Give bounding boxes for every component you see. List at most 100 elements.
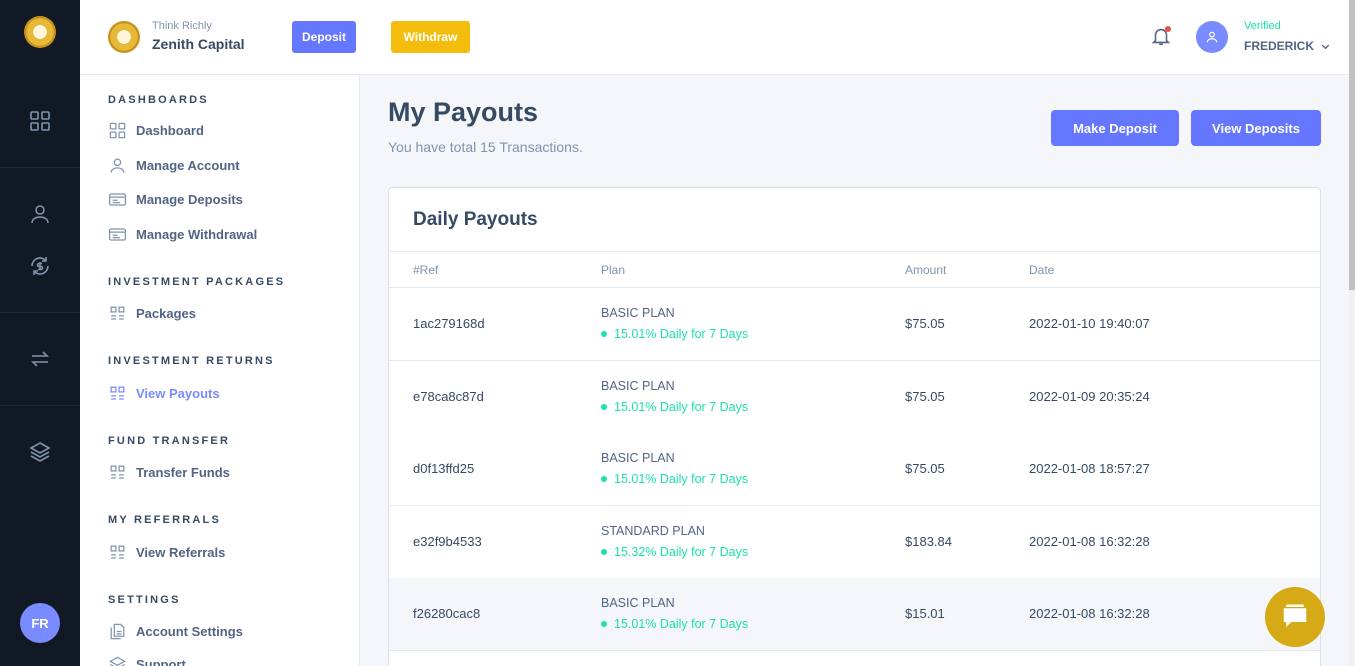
tiles-icon bbox=[108, 384, 127, 403]
sidebar-item-packages[interactable]: Packages bbox=[108, 302, 196, 324]
brand-logo-icon[interactable] bbox=[108, 21, 140, 53]
sidebar-item-label: Support bbox=[136, 656, 186, 666]
table-row[interactable]: f26280cac8 BASIC PLAN 15.01% Daily for 7… bbox=[389, 578, 1320, 651]
sidebar-menu: DASHBOARDS Dashboard Manage Account Mana… bbox=[80, 75, 360, 666]
plan-rate: 15.01% Daily for 7 Days bbox=[601, 327, 748, 341]
sidebar-item-manage-account[interactable]: Manage Account bbox=[108, 154, 240, 176]
page-title: My Payouts bbox=[388, 97, 539, 127]
app-rail: FR bbox=[0, 0, 80, 666]
plan-rate-text: 15.32% Daily for 7 Days bbox=[614, 545, 749, 559]
card-title: Daily Payouts bbox=[413, 209, 538, 230]
divider bbox=[0, 312, 80, 313]
view-deposits-button[interactable]: View Deposits bbox=[1191, 110, 1321, 146]
user-verified-status: Verified bbox=[1244, 20, 1281, 32]
status-dot bbox=[601, 549, 607, 555]
table-row[interactable]: e32f9b4533 STANDARD PLAN 15.32% Daily fo… bbox=[389, 506, 1320, 579]
sidebar-item-dashboard[interactable]: Dashboard bbox=[108, 119, 204, 141]
divider bbox=[0, 405, 80, 406]
sidebar-item-label: Dashboard bbox=[136, 122, 204, 138]
date-cell: 2022-01-08 16:32:28 bbox=[1029, 534, 1150, 549]
amount-cell: $75.05 bbox=[905, 461, 945, 476]
card-list-icon bbox=[108, 190, 127, 209]
make-deposit-button[interactable]: Make Deposit bbox=[1051, 110, 1179, 146]
menu-heading: SETTINGS bbox=[108, 594, 181, 606]
plan-name: STANDARD PLAN bbox=[601, 524, 705, 538]
top-header: Think Richly Zenith Capital Deposit With… bbox=[80, 0, 1355, 75]
plan-rate: 15.01% Daily for 7 Days bbox=[601, 617, 748, 631]
user-icon[interactable] bbox=[28, 202, 52, 226]
amount-cell: $75.05 bbox=[905, 389, 945, 404]
plan-rate: 15.01% Daily for 7 Days bbox=[601, 472, 748, 486]
main-content: My Payouts You have total 15 Transaction… bbox=[360, 75, 1355, 666]
sidebar-item-support[interactable]: Support bbox=[108, 653, 186, 666]
menu-heading: MY REFERRALS bbox=[108, 514, 221, 526]
amount-cell: $15.01 bbox=[905, 606, 945, 621]
sidebar-item-label: Manage Account bbox=[136, 157, 240, 173]
menu-heading: DASHBOARDS bbox=[108, 94, 209, 106]
sidebar-item-account-settings[interactable]: Account Settings bbox=[108, 620, 243, 642]
ref-cell: e32f9b4533 bbox=[413, 534, 482, 549]
sidebar-item-label: Account Settings bbox=[136, 623, 243, 639]
dashboard-grid-icon bbox=[108, 121, 127, 140]
column-header-date: Date bbox=[1029, 263, 1055, 277]
ref-cell: 1ac279168d bbox=[413, 316, 485, 331]
tiles-icon bbox=[108, 463, 127, 482]
card-list-icon bbox=[108, 225, 127, 244]
table-row[interactable]: d0f13ffd25 BASIC PLAN 15.01% Daily for 7… bbox=[389, 433, 1320, 506]
status-dot bbox=[601, 331, 607, 337]
documents-icon bbox=[108, 622, 127, 641]
plan-rate: 15.01% Daily for 7 Days bbox=[601, 400, 748, 414]
notification-dot bbox=[1165, 26, 1171, 32]
transfer-arrows-icon[interactable] bbox=[28, 347, 52, 371]
sidebar-item-transfer-funds[interactable]: Transfer Funds bbox=[108, 461, 230, 483]
date-cell: 2022-01-10 19:40:07 bbox=[1029, 316, 1150, 331]
sidebar-item-manage-withdrawal[interactable]: Manage Withdrawal bbox=[108, 223, 257, 245]
sidebar-item-manage-deposits[interactable]: Manage Deposits bbox=[108, 188, 243, 210]
sidebar-item-view-payouts[interactable]: View Payouts bbox=[108, 382, 220, 404]
sidebar-item-label: Manage Deposits bbox=[136, 191, 243, 207]
date-cell: 2022-01-08 18:57:27 bbox=[1029, 461, 1150, 476]
coin-logo-icon[interactable] bbox=[24, 16, 56, 48]
table-row[interactable]: e78ca8c87d BASIC PLAN 15.01% Daily for 7… bbox=[389, 361, 1320, 434]
column-header-amount: Amount bbox=[905, 263, 947, 277]
notification-bell-icon[interactable] bbox=[1150, 25, 1172, 47]
amount-cell: $183.84 bbox=[905, 534, 952, 549]
date-cell: 2022-01-09 20:35:24 bbox=[1029, 389, 1150, 404]
menu-heading: FUND TRANSFER bbox=[108, 435, 231, 447]
status-dot bbox=[601, 621, 607, 627]
tiles-icon bbox=[108, 304, 127, 323]
payouts-card: Daily Payouts #Ref Plan Amount Date 1ac2… bbox=[388, 187, 1321, 666]
rail-avatar[interactable]: FR bbox=[20, 603, 60, 643]
sidebar-item-view-referrals[interactable]: View Referrals bbox=[108, 541, 225, 563]
scrollbar-thumb[interactable] bbox=[1349, 0, 1355, 290]
status-dot bbox=[601, 476, 607, 482]
withdraw-button[interactable]: Withdraw bbox=[391, 21, 470, 53]
sidebar-item-label: Transfer Funds bbox=[136, 464, 230, 480]
page-scrollbar[interactable] bbox=[1349, 0, 1355, 666]
chat-widget-button[interactable] bbox=[1265, 587, 1325, 647]
table-row[interactable]: 1ac279168d BASIC PLAN 15.01% Daily for 7… bbox=[389, 288, 1320, 361]
chevron-down-icon bbox=[1321, 44, 1330, 49]
plan-rate-text: 15.01% Daily for 7 Days bbox=[614, 617, 749, 631]
plan-rate-text: 15.01% Daily for 7 Days bbox=[614, 472, 749, 486]
layers-icon bbox=[108, 655, 127, 666]
deposit-button[interactable]: Deposit bbox=[292, 21, 356, 53]
column-header-ref: #Ref bbox=[413, 263, 439, 277]
layers-icon[interactable] bbox=[28, 440, 52, 464]
sidebar-item-label: Manage Withdrawal bbox=[136, 226, 258, 242]
ref-cell: d0f13ffd25 bbox=[413, 461, 475, 476]
sidebar-item-label: View Referrals bbox=[136, 544, 226, 560]
user-icon bbox=[108, 156, 127, 175]
brand-name: Zenith Capital bbox=[152, 36, 245, 52]
sidebar-item-label: View Payouts bbox=[136, 385, 220, 401]
brand-tagline: Think Richly bbox=[152, 20, 212, 32]
user-name: FREDERICK bbox=[1244, 39, 1315, 53]
user-menu-toggle[interactable]: FREDERICK bbox=[1244, 39, 1331, 53]
page-subtitle: You have total 15 Transactions. bbox=[388, 139, 583, 155]
sidebar-item-label: Packages bbox=[136, 305, 196, 321]
dashboard-grid-icon[interactable] bbox=[28, 109, 52, 133]
plan-rate-text: 15.01% Daily for 7 Days bbox=[614, 327, 749, 341]
plan-name: BASIC PLAN bbox=[601, 451, 675, 465]
currency-exchange-icon[interactable] bbox=[28, 254, 52, 278]
user-avatar[interactable] bbox=[1196, 21, 1228, 53]
